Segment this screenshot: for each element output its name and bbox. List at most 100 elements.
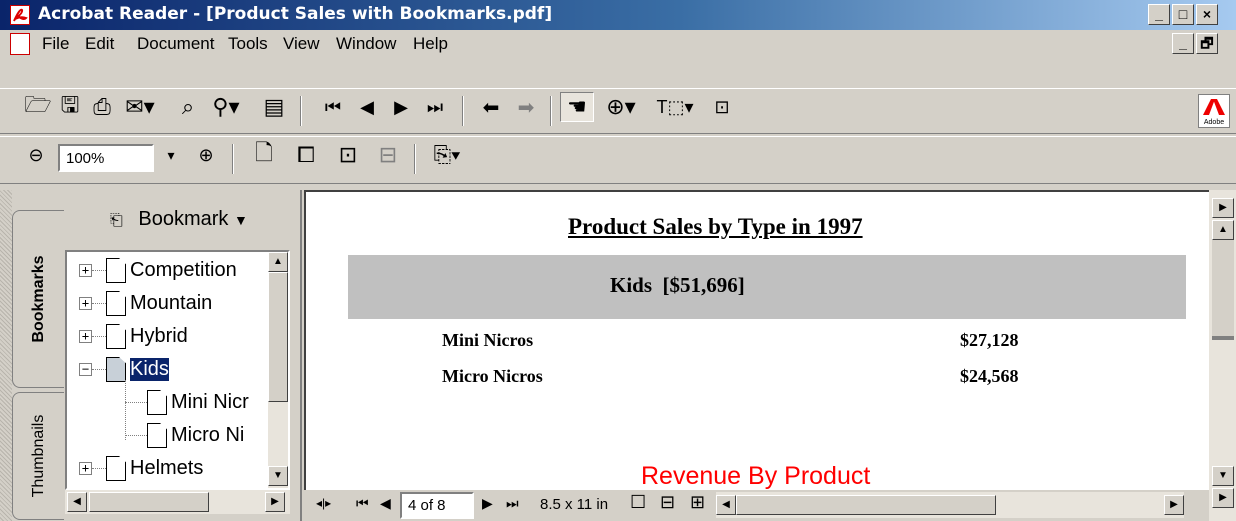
continuous-icon[interactable]: ⊟: [660, 492, 675, 513]
scroll-right-icon[interactable]: ▶: [1212, 198, 1234, 218]
tree-item-label: Helmets: [130, 457, 204, 479]
menu-help[interactable]: Help: [413, 34, 448, 54]
forward-icon[interactable]: ➡: [510, 92, 542, 122]
document-horizontal-scrollbar[interactable]: ◀ ▶: [716, 492, 1184, 518]
document-view[interactable]: Product Sales by Type in 1997 Kids [$51,…: [304, 190, 1209, 490]
scroll-thumb[interactable]: [268, 272, 288, 402]
first-page-icon[interactable]: ⏮: [356, 495, 369, 512]
scroll-right-icon[interactable]: ▶: [1212, 488, 1234, 508]
next-page-icon[interactable]: ▶: [482, 495, 493, 512]
scroll-left-icon[interactable]: ◀: [67, 492, 87, 512]
group-header: Kids [$51,696]: [610, 273, 745, 297]
bookmark-menu-button[interactable]: ⎗ Bookmark ▼: [110, 208, 248, 231]
separator: [232, 144, 234, 174]
zoom-tool-icon[interactable]: ⊕▾: [598, 92, 644, 122]
zoom-input[interactable]: 100%: [58, 144, 154, 172]
tree-horizontal-scrollbar[interactable]: ◀ ▶: [65, 490, 290, 514]
scroll-down-icon[interactable]: ▼: [268, 466, 288, 486]
actual-size-icon[interactable]: 🗋: [248, 140, 280, 170]
bookmark-page-icon: [106, 324, 126, 349]
scroll-thumb[interactable]: [1212, 336, 1234, 340]
tab-thumbnails[interactable]: Thumbnails: [12, 392, 64, 520]
menu-window[interactable]: Window: [336, 34, 396, 54]
expand-icon[interactable]: +: [79, 264, 92, 277]
tree-vertical-scrollbar[interactable]: ▲ ▼: [268, 252, 288, 488]
find-icon[interactable]: ⚲▾: [204, 92, 248, 122]
title-bar: Acrobat Reader - [Product Sales with Boo…: [0, 0, 1236, 30]
close-button[interactable]: ×: [1196, 4, 1218, 25]
facing-pages-icon[interactable]: ⊞: [690, 492, 705, 513]
menu-document[interactable]: Document: [137, 34, 214, 54]
next-page-icon[interactable]: ▶: [386, 92, 416, 122]
report-title: Product Sales by Type in 1997: [568, 214, 863, 239]
tree-item-micro-nicros[interactable]: Micro Ni: [125, 419, 244, 452]
status-bar: ◂|▸ ⏮ ◀ 4 of 8 ▶ ⏭ 8.5 x 11 in ☐ ⊟ ⊞ ◀ ▶: [312, 490, 1209, 521]
last-page-icon[interactable]: ⏭: [420, 92, 450, 122]
bookmark-page-icon: [106, 456, 126, 481]
scroll-down-icon[interactable]: ▼: [1212, 466, 1234, 486]
menu-view[interactable]: View: [283, 34, 320, 54]
expand-icon[interactable]: +: [79, 330, 92, 343]
pages-icon[interactable]: ▤: [258, 92, 290, 122]
menu-file[interactable]: File: [42, 34, 69, 54]
bookmark-tree: + Competition + Mountain + Hybrid − Kids…: [65, 250, 290, 490]
zoom-dropdown-icon[interactable]: ▾: [158, 140, 184, 170]
tree-item-label: Mountain: [130, 292, 213, 314]
prev-page-icon[interactable]: ◀: [352, 92, 382, 122]
tree-item-mini-nicros[interactable]: Mini Nicr: [125, 386, 249, 419]
fit-width-icon[interactable]: ⊡: [332, 140, 364, 170]
text-select-icon[interactable]: T⬚▾: [650, 92, 700, 122]
product-amount: $24,568: [960, 366, 1019, 386]
tree-item-mountain[interactable]: + Mountain: [79, 287, 212, 320]
scroll-up-icon[interactable]: ▲: [1212, 220, 1234, 240]
fit-page-icon[interactable]: ⧠: [290, 140, 322, 170]
tree-item-hybrid[interactable]: + Hybrid: [79, 320, 188, 353]
last-page-icon[interactable]: ⏭: [506, 495, 519, 512]
email-icon[interactable]: ✉▾: [118, 92, 162, 122]
print-icon[interactable]: ⎙: [86, 92, 118, 122]
document-vertical-scrollbar[interactable]: ▶ ▲ ▼ ▶: [1209, 190, 1236, 521]
scroll-track[interactable]: [1212, 240, 1234, 336]
scroll-thumb[interactable]: [736, 495, 996, 515]
scroll-right-icon[interactable]: ▶: [265, 492, 285, 512]
tree-item-helmets[interactable]: + Helmets: [79, 452, 203, 485]
scroll-right-icon[interactable]: ▶: [1164, 495, 1184, 515]
revenue-heading: Revenue By Product: [641, 462, 871, 490]
zoom-out-icon[interactable]: ⊖: [22, 140, 50, 170]
expand-icon[interactable]: +: [79, 297, 92, 310]
first-page-icon[interactable]: ⏮: [318, 92, 348, 122]
menu-tools[interactable]: Tools: [228, 34, 268, 54]
save-icon[interactable]: 🖫: [54, 92, 86, 122]
search-icon[interactable]: ⌕: [172, 92, 204, 122]
open-icon[interactable]: 🗁: [22, 92, 54, 122]
maximize-button[interactable]: □: [1172, 4, 1194, 25]
scroll-up-icon[interactable]: ▲: [268, 252, 288, 272]
tree-item-label: Hybrid: [130, 325, 188, 347]
collapse-icon[interactable]: −: [79, 363, 92, 376]
reflow-icon[interactable]: ⊟: [372, 140, 404, 170]
menu-edit[interactable]: Edit: [85, 34, 114, 54]
tree-item-competition[interactable]: + Competition: [79, 254, 237, 287]
page-number-field[interactable]: 4 of 8: [400, 492, 474, 519]
rotate-view-icon[interactable]: ⎘▾: [424, 140, 470, 170]
expand-icon[interactable]: +: [79, 462, 92, 475]
doc-restore-button[interactable]: 🗗: [1196, 33, 1218, 54]
separator: [550, 96, 552, 126]
single-page-icon[interactable]: ☐: [630, 492, 646, 513]
split-icon[interactable]: ◂|▸: [316, 496, 331, 510]
minimize-button[interactable]: _: [1148, 4, 1170, 25]
zoom-in-icon[interactable]: ⊕: [192, 140, 220, 170]
panel-gripper[interactable]: [0, 190, 12, 521]
tab-bookmarks[interactable]: Bookmarks: [12, 210, 64, 388]
graphics-select-icon[interactable]: ⊡: [706, 92, 738, 122]
separator: [300, 96, 302, 126]
scroll-left-icon[interactable]: ◀: [716, 495, 736, 515]
document-icon: [10, 33, 30, 55]
app-icon: [10, 5, 30, 25]
doc-minimize-button[interactable]: _: [1172, 33, 1194, 54]
hand-tool-icon[interactable]: ☚: [560, 92, 594, 122]
scroll-thumb[interactable]: [89, 492, 209, 512]
prev-page-icon[interactable]: ◀: [380, 495, 391, 512]
back-icon[interactable]: ⬅: [475, 92, 507, 122]
tree-item-kids[interactable]: − Kids: [79, 353, 170, 386]
